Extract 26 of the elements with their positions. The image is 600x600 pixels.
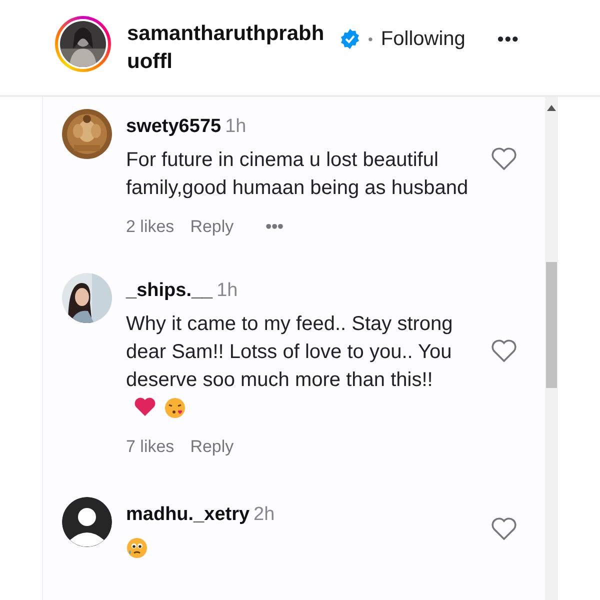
like-heart-icon[interactable]: [491, 339, 517, 363]
reply-button[interactable]: Reply: [190, 434, 234, 459]
username-link[interactable]: samantharuthprabhuoffl: [127, 20, 332, 76]
comment-text: For future in cinema u lost beautiful family,good humaan being as husband: [126, 148, 468, 198]
more-options-button[interactable]: •••: [266, 214, 284, 239]
like-heart-icon[interactable]: [491, 147, 517, 171]
separator-dot: •: [368, 30, 373, 48]
kissing-face-emoji-icon: [164, 397, 186, 420]
comment-time: 2h: [254, 503, 275, 527]
default-avatar-icon[interactable]: [62, 497, 112, 547]
like-heart-icon[interactable]: [491, 517, 517, 542]
comment-username[interactable]: swety6575: [126, 113, 222, 142]
comment-time: 1h: [216, 279, 238, 303]
comment-time: 1h: [225, 115, 246, 139]
scrollbar-thumb[interactable]: [546, 262, 557, 388]
like-count[interactable]: 7 likes: [126, 434, 174, 459]
comment-text: Why it came to my feed.. Stay strong dear Sam!! Lotss of love to you.. You deserve soo much more than this!!: [126, 312, 453, 390]
scroll-up-arrow-icon[interactable]: [547, 105, 556, 111]
heart-emoji-icon: [134, 397, 156, 418]
more-options-button[interactable]: •••: [497, 26, 520, 52]
comment-username[interactable]: _ships.__: [126, 277, 213, 306]
following-button[interactable]: Following: [380, 24, 466, 54]
like-count[interactable]: 2 likes: [126, 214, 174, 239]
reply-button[interactable]: Reply: [190, 214, 234, 239]
comment-username[interactable]: madhu._xetry: [126, 501, 250, 530]
teary-face-emoji-icon: [126, 537, 148, 560]
